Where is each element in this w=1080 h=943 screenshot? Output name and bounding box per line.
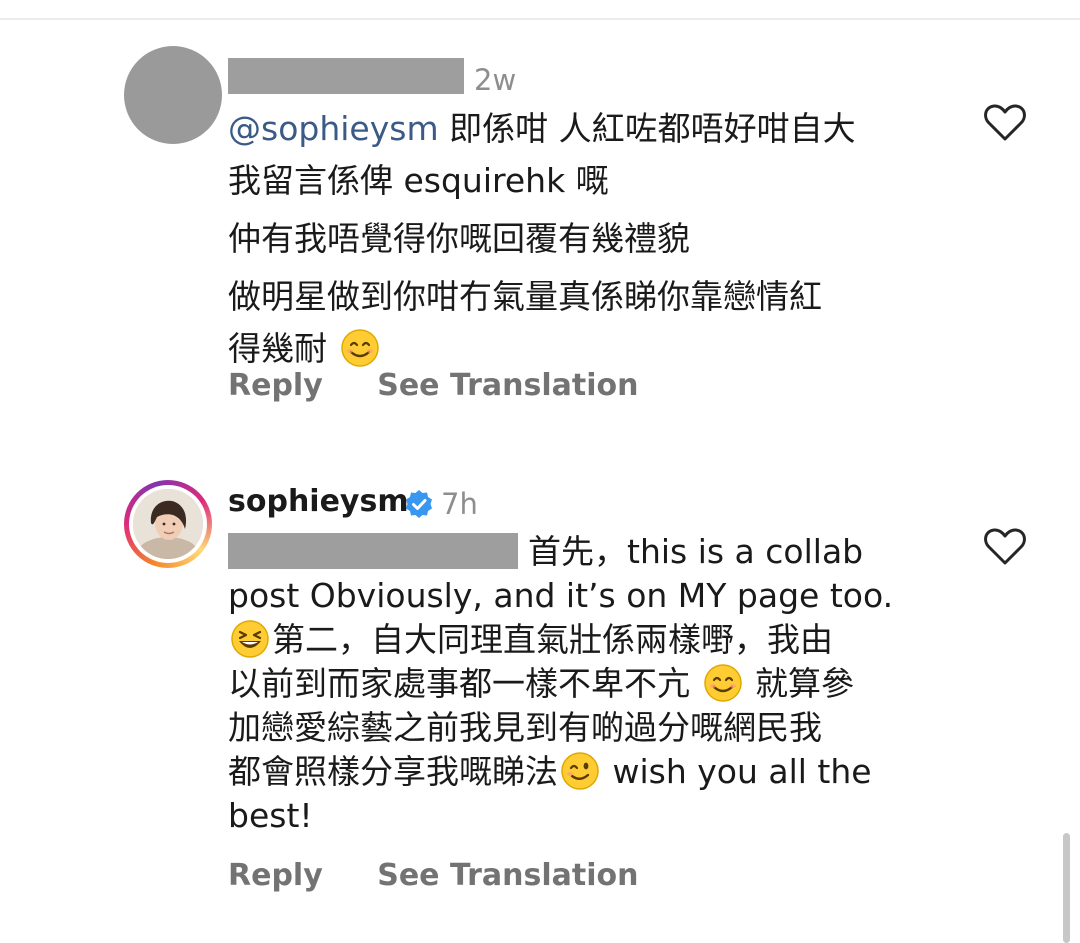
mention-link[interactable]: @sophieysm [228, 109, 439, 148]
grinning-squinting-face-emoji [231, 620, 269, 658]
profile-photo [133, 489, 203, 559]
username[interactable]: sophieysm [228, 487, 409, 517]
comment-line: best! [228, 796, 313, 835]
comment-line: 即係咁 人紅咗都唔好咁自大 [438, 109, 856, 148]
heart-outline-icon[interactable] [983, 526, 1027, 566]
comment-line: 以前到而家處事都一樣不卑不亢 [228, 664, 690, 703]
divider [0, 18, 1080, 20]
comment-line: 首先，this is a collab [528, 532, 864, 571]
comment-line: wish you all the [612, 752, 872, 791]
comment-line: 仲有我唔覺得你嘅回覆有幾禮貌 [228, 219, 690, 258]
comment-timestamp: 7h [441, 487, 478, 521]
reply-button[interactable]: Reply [228, 371, 323, 401]
comment-text: 首先，this is a collab post Obviously, and … [228, 530, 893, 838]
commenter-avatar[interactable] [124, 46, 222, 144]
comment-line: 就算參 [755, 664, 854, 703]
avatar[interactable] [124, 480, 212, 568]
redacted-mention [228, 533, 518, 569]
comment-line: 我留言係俾 esquirehk 嘅 [228, 161, 609, 200]
comment-line: 加戀愛綜藝之前我見到有啲過分嘅網民我 [228, 708, 822, 747]
comment-timestamp: 2w [474, 63, 517, 97]
comment-actions: Reply See Translation [228, 861, 639, 891]
comment-line: 得幾耐 [228, 329, 327, 368]
winking-face-emoji [561, 752, 599, 790]
comment-line: post Obviously, and it’s on MY page too. [228, 576, 894, 615]
comment-actions: Reply See Translation [228, 371, 639, 401]
verified-badge-icon [406, 490, 432, 518]
comment-line: 都會照樣分享我嘅睇法 [228, 752, 558, 791]
comment-line: 第二，自大同理直氣壯係兩樣嘢，我由 [272, 620, 833, 659]
redacted-username [228, 58, 464, 94]
smiling-face-emoji [703, 664, 742, 702]
see-translation-button[interactable]: See Translation [377, 861, 638, 891]
reply-button[interactable]: Reply [228, 861, 323, 891]
heart-outline-icon[interactable] [983, 102, 1027, 142]
see-translation-button[interactable]: See Translation [377, 371, 638, 401]
comments-screen: 2w @sophieysm 即係咁 人紅咗都唔好咁自大 我留言係俾 esquir… [0, 0, 1080, 943]
comment-text: @sophieysm 即係咁 人紅咗都唔好咁自大 我留言係俾 esquirehk… [228, 103, 856, 375]
comment-line: 做明星做到你咁冇氣量真係睇你靠戀情紅 [228, 277, 822, 316]
smiling-face-emoji [340, 329, 379, 367]
scrollbar[interactable] [1063, 833, 1070, 943]
